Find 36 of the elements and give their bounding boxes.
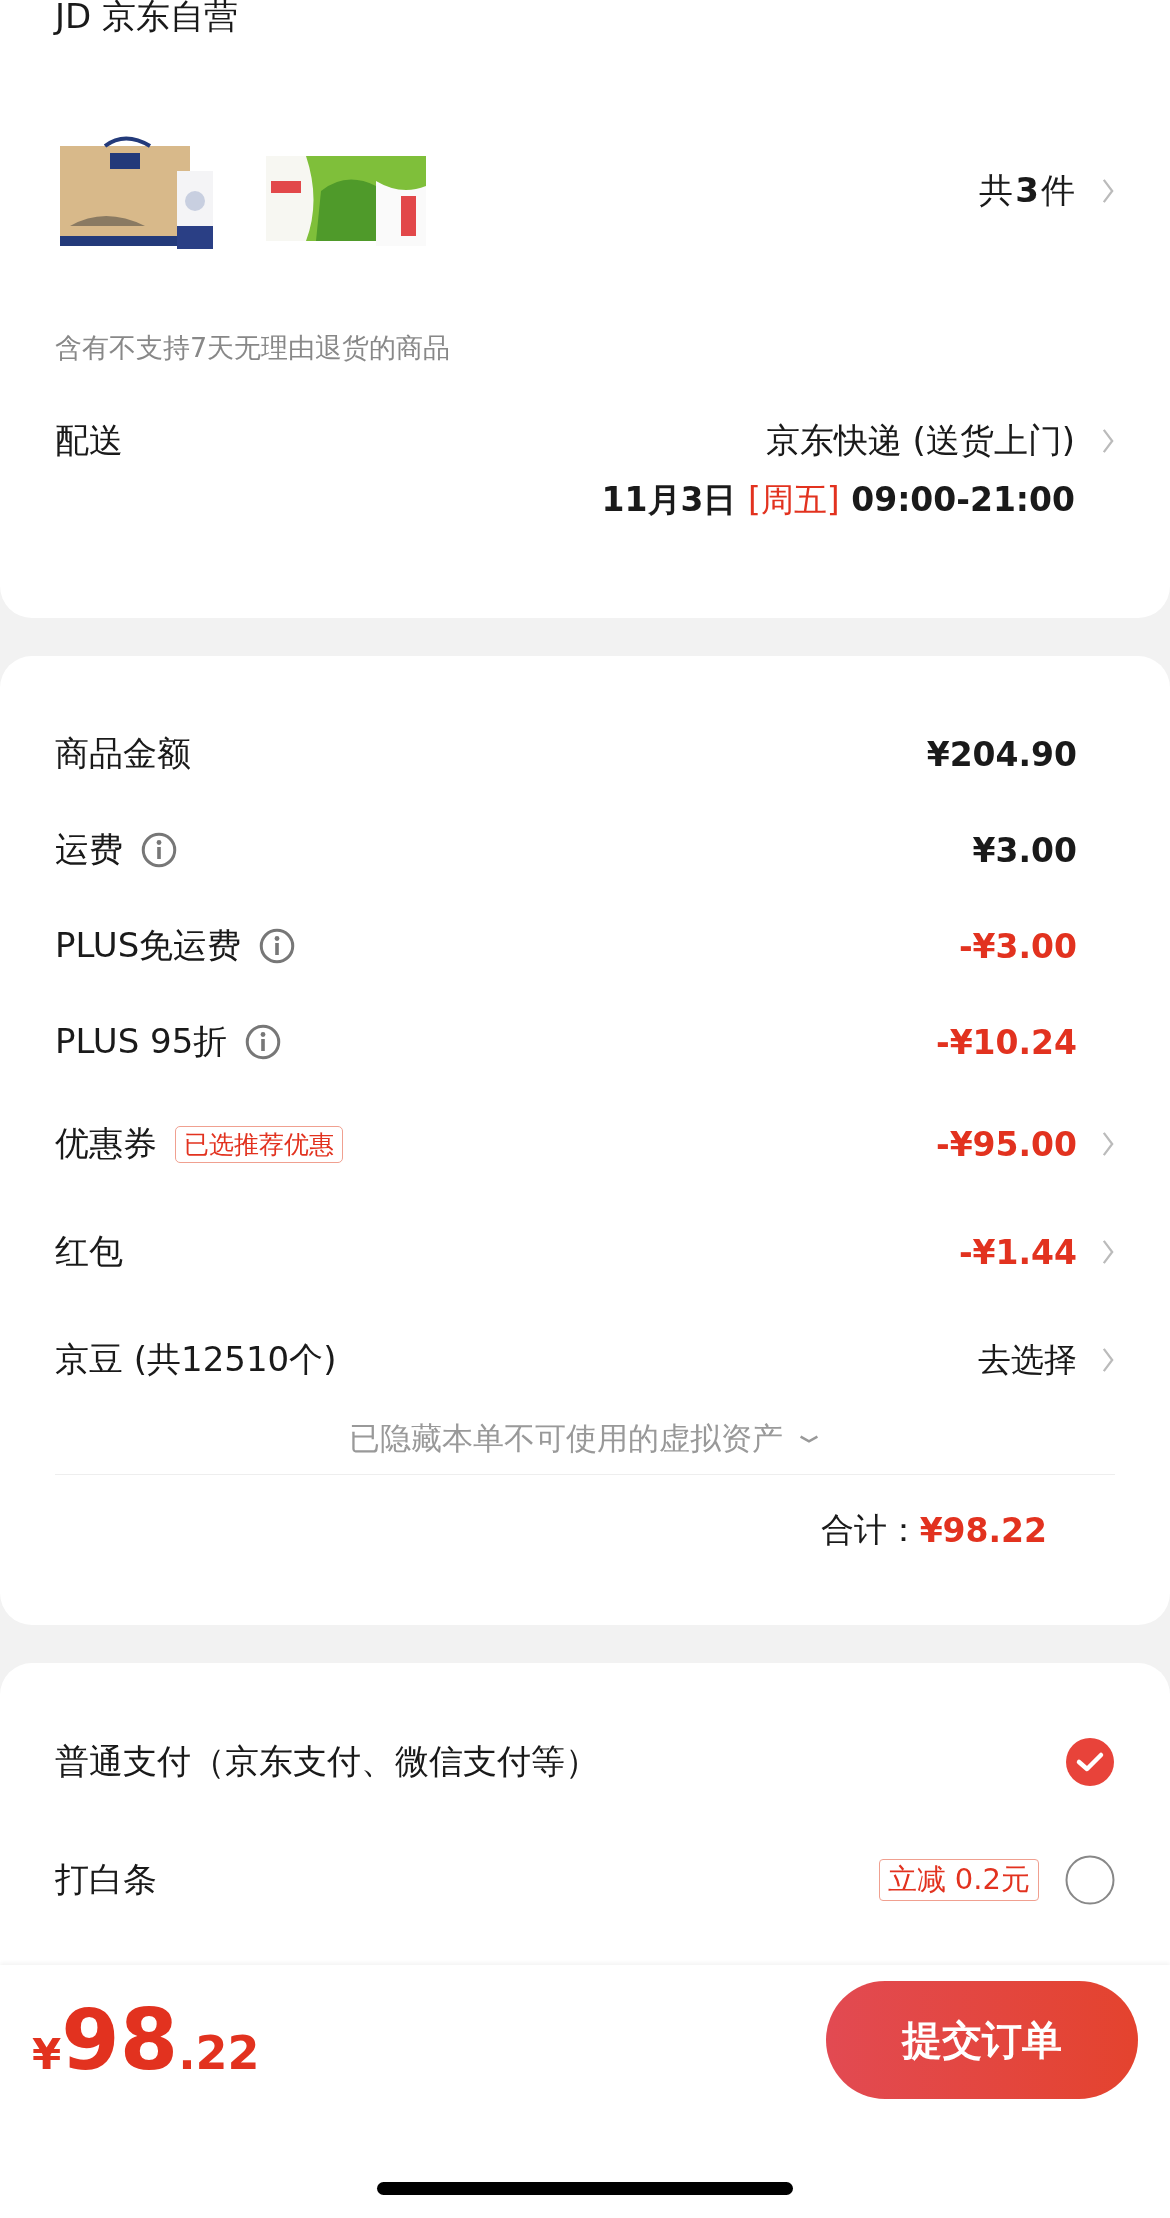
payment-option[interactable]: 普通支付（京东支付、微信支付等） [55,1739,599,1785]
chevron-right-icon [1101,176,1115,206]
chevron-right-icon [1101,426,1115,456]
info-icon[interactable] [259,928,296,964]
amount-label: PLUS 95折 [55,1020,228,1063]
discount-tag: 立减 0.2元 [878,1859,1039,1901]
info-icon[interactable] [245,1024,282,1060]
amount-label: 优惠券 [55,1122,157,1165]
total-value: ¥98.22 [919,1510,1047,1550]
amount-value: ¥3.00 [972,830,1077,870]
delivery-label: 配送 [55,419,123,462]
shop-title: JD 京东自营 [55,0,239,36]
submit-order-button[interactable]: 提交订单 [826,1981,1138,2099]
item-count[interactable]: 共3件 [979,168,1075,214]
amount-value[interactable]: -¥95.00 [935,1124,1077,1164]
total-label: 合计： [820,1508,920,1551]
total-price: ¥98.22 [32,1991,260,2089]
checked-radio-icon[interactable] [1065,1737,1115,1787]
amount-label: 商品金额 [55,732,191,775]
amount-value[interactable]: 去选择 [978,1337,1077,1383]
payment-option[interactable]: 打白条 [55,1857,157,1903]
info-icon[interactable] [141,832,177,868]
delivery-method[interactable]: 京东快递 (送货上门) [765,418,1075,464]
amount-value[interactable]: -¥1.44 [958,1232,1077,1272]
amount-label: 运费 [55,828,123,871]
amount-label: PLUS免运费 [55,924,242,967]
return-policy-notice: 含有不支持7天无理由退货的商品 [55,331,452,365]
amount-label: 京豆 (共12510个) [55,1338,337,1381]
amount-label: 红包 [55,1230,123,1273]
amount-value: ¥204.90 [926,734,1077,774]
amount-value: -¥3.00 [958,926,1077,966]
coupon-tag: 已选推荐优惠 [175,1125,343,1163]
amount-value: -¥10.24 [935,1022,1077,1062]
radio-icon[interactable] [1065,1855,1115,1905]
delivery-time: 11月3日 [周五] 09:00-21:00 [601,479,1075,521]
chevron-down-icon[interactable] [797,1433,821,1445]
